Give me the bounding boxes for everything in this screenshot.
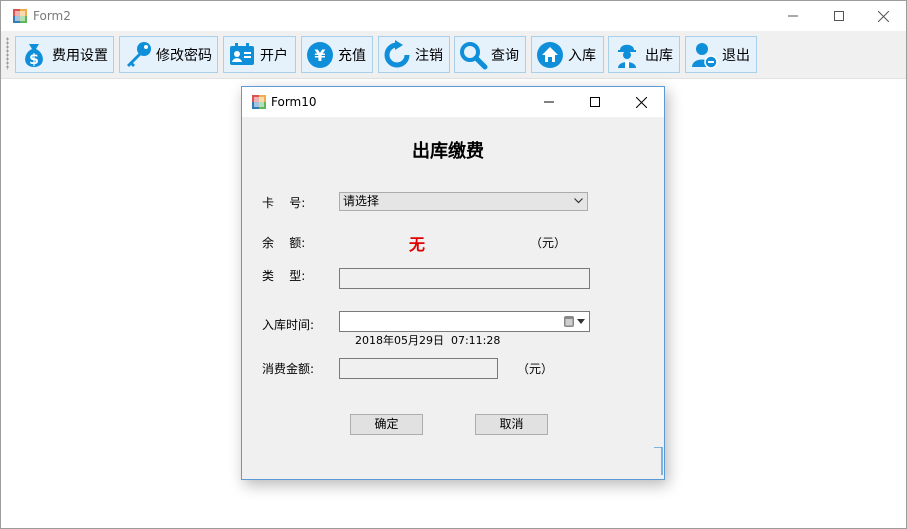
toolbar-button-label: 充值 [338,47,366,64]
home-icon [537,41,563,68]
balance-unit: （元） [530,236,567,250]
type-label: 类 型: [262,269,306,283]
toolbar-grip[interactable] [6,37,9,70]
card-number-select[interactable]: 请选择 [339,192,588,211]
minimize-button[interactable] [770,1,816,31]
type-field[interactable] [339,268,590,289]
card-number-select-value: 请选择 [343,194,380,208]
toolbar-button-check-out[interactable]: 出库 [608,36,680,73]
checkout-dialog: Form10 出库缴费 卡 号: 请选择 余 额: 无 （元） 类 型: 入库时… [241,86,665,480]
app-icon [13,9,27,23]
balance-label: 余 额: [262,236,306,250]
yen-coin-icon: ¥ [307,41,333,68]
search-icon [460,41,488,69]
toolbar-button-label: 入库 [568,47,596,64]
toolbar-button-fee-settings[interactable]: $ 费用设置 [15,36,114,73]
card-number-label: 卡 号: [262,196,306,210]
toolbar-button-cancel-account[interactable]: 注销 [378,36,450,73]
toolbar-button-label: 注销 [415,47,443,64]
cancel-button[interactable]: 取消 [475,414,548,435]
entry-time-value: 2018年05月29日 07:11:28 [355,334,501,347]
toolbar-button-query[interactable]: 查询 [454,36,526,73]
balance-value: 无 [409,235,426,254]
resize-grip-icon[interactable] [652,447,664,477]
amount-field[interactable] [339,358,498,379]
svg-text:$: $ [29,52,39,68]
toolbar-button-label: 修改密码 [156,47,212,64]
key-icon [127,41,151,67]
toolbar-button-label: 查询 [491,47,519,64]
toolbar-button-label: 开户 [260,47,288,64]
svg-text:¥: ¥ [314,46,325,65]
dialog-heading: 出库缴费 [412,141,484,162]
maximize-button[interactable] [816,1,862,31]
window-title: Form2 [33,9,71,23]
ok-button[interactable]: 确定 [350,414,423,435]
calendar-dropdown-icon[interactable] [561,312,589,331]
id-card-icon [230,42,254,65]
minimize-icon [544,101,554,103]
app-icon [252,95,266,109]
entry-time-label: 入库时间: [262,318,315,332]
toolbar-button-change-password[interactable]: 修改密码 [119,36,218,73]
close-button[interactable] [860,1,906,31]
maximize-icon [590,97,600,107]
toolbar-button-open-account[interactable]: 开户 [223,36,296,73]
dialog-close-button[interactable] [618,87,664,117]
maximize-icon [834,11,844,21]
chevron-down-icon [574,198,583,204]
dialog-maximize-button[interactable] [572,87,618,117]
refresh-icon [384,39,410,67]
minimize-icon [788,15,798,17]
close-icon [635,96,647,108]
toolbar-button-label: 退出 [722,47,750,64]
toolbar-button-label: 出库 [645,47,673,64]
dialog-minimize-button[interactable] [526,87,572,117]
toolbar-button-check-in[interactable]: 入库 [531,36,604,73]
main-title-bar[interactable]: Form2 [1,1,906,31]
toolbar-button-exit[interactable]: 退出 [685,36,757,73]
dialog-title: Form10 [271,95,317,109]
worker-icon [618,44,636,68]
amount-label: 消费金额: [262,362,315,376]
toolbar: $ 费用设置 修改密码 开户 ¥ 充值 注销 查询 入库 出库 退出 [1,31,906,79]
close-icon [877,10,889,22]
dialog-title-bar[interactable]: Form10 [242,87,664,117]
entry-time-picker[interactable]: 2018年05月29日 07:11:28 [339,311,590,347]
amount-unit: （元） [517,362,554,376]
user-logout-icon [692,42,718,69]
toolbar-button-recharge[interactable]: ¥ 充值 [301,36,373,73]
toolbar-button-label: 费用设置 [52,47,108,64]
money-bag-icon: $ [25,43,43,68]
